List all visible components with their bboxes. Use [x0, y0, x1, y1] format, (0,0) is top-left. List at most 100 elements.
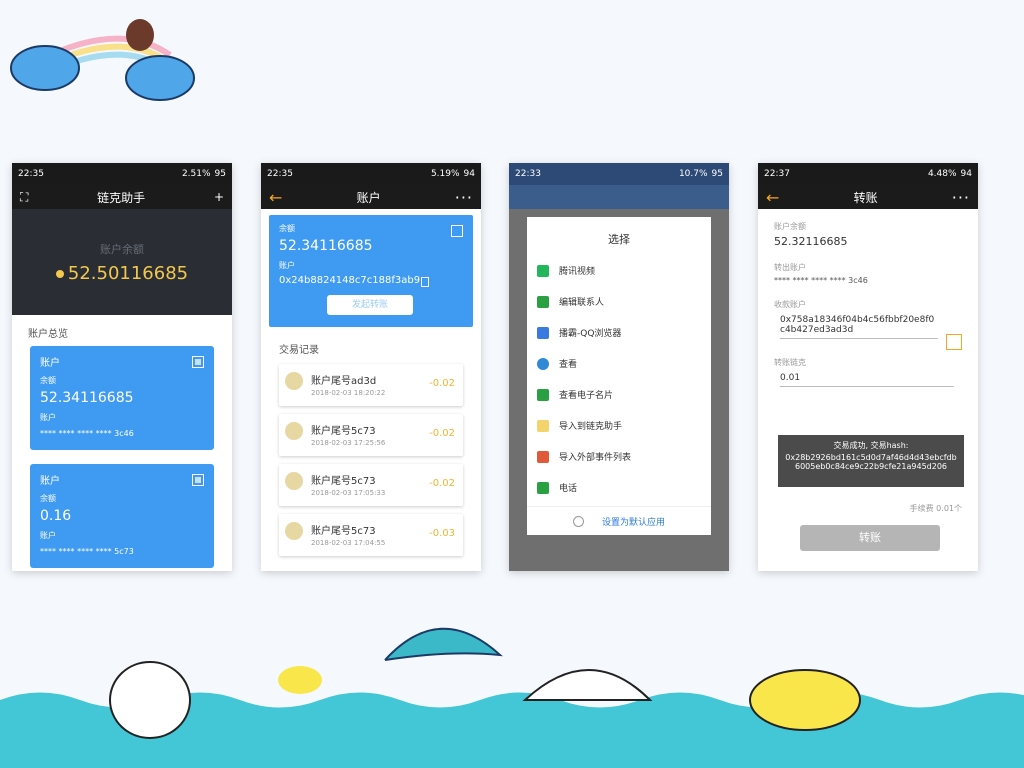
duck-float-illustration: [749, 669, 861, 731]
option-label: 电话: [559, 484, 578, 494]
app-bar: ← 转账 ···: [758, 185, 978, 209]
chooser-option[interactable]: 导入到链克助手: [527, 410, 711, 441]
app-bar: ⛶ 链克助手 +: [12, 185, 232, 209]
dialog-title: 选择: [608, 233, 630, 246]
back-arrow-icon[interactable]: ←: [766, 188, 779, 207]
chooser-option[interactable]: 编辑联系人: [527, 286, 711, 317]
amount-label: 转账链克: [774, 358, 806, 367]
card-masked: **** **** **** **** 3c46: [40, 429, 134, 438]
background-app-bar: [509, 185, 729, 209]
more-icon[interactable]: ···: [455, 188, 473, 207]
coin-icon: [55, 270, 64, 278]
chooser-option[interactable]: 电话: [527, 472, 711, 503]
balance-label: 余额: [279, 224, 295, 233]
from-label: 转出账户: [774, 263, 806, 272]
fee-text: 手续费 0.01个: [909, 504, 962, 513]
tx-time: 2018-02-03 18:20:22: [311, 389, 386, 397]
option-label: 查看电子名片: [559, 391, 614, 401]
card-sub: 余额: [40, 494, 56, 503]
phone-screen-transfer: 22:37 4.48% 94 ← 转账 ··· 账户余额 52.32116685 …: [758, 163, 978, 571]
more-icon[interactable]: ···: [952, 188, 970, 207]
avatar: [285, 422, 303, 440]
set-default-row[interactable]: 设置为默认应用: [527, 506, 711, 535]
status-time: 22:35: [267, 169, 293, 179]
phone-icon: [537, 481, 549, 494]
balance-hero: 账户余额 52.50116685: [12, 209, 232, 315]
page-title: 转账: [853, 190, 878, 205]
option-label: 腾讯视频: [559, 267, 596, 277]
chooser-option[interactable]: 查看: [527, 348, 711, 379]
card-balance: 0.16: [40, 508, 72, 524]
tx-name: 账户尾号5c73: [311, 476, 376, 487]
scan-icon[interactable]: [946, 334, 962, 350]
to-address-input[interactable]: 0x758a18346f04b4c56fbbf20e8f0c4b427ed3ad…: [780, 312, 938, 339]
status-time: 22:33: [515, 169, 541, 179]
status-battery: 95: [711, 169, 723, 179]
avatar: [285, 472, 303, 490]
app-bar: ← 账户 ···: [261, 185, 481, 209]
card-masked: **** **** **** **** 5c73: [40, 547, 134, 556]
tx-row[interactable]: 账户尾号5c73 2018-02-03 17:25:56 -0.02: [279, 414, 463, 456]
address-value: 0x24b8824148c7c188f3ab9: [279, 275, 421, 286]
tx-amount: -0.02: [429, 428, 455, 439]
tx-section-title: 交易记录: [279, 345, 319, 356]
add-icon[interactable]: +: [214, 190, 224, 204]
status-bar: 22:33 10.7% 95: [509, 163, 729, 185]
toast-title: 交易成功, 交易hash:: [833, 441, 909, 450]
copy-icon[interactable]: [421, 277, 429, 287]
tx-amount: -0.03: [429, 528, 455, 539]
bird-illustration: [278, 666, 322, 694]
balance-value: 52.32116685: [774, 235, 848, 248]
amount-input[interactable]: 0.01: [780, 370, 954, 387]
back-arrow-icon[interactable]: ←: [269, 188, 282, 207]
transfer-submit-button[interactable]: 转账: [800, 525, 940, 551]
phone-screen-chooser: 22:33 10.7% 95 选择 腾讯视频 编辑联系人 播霸-QQ浏览器 查看 …: [509, 163, 729, 571]
account-card[interactable]: 账户 余额 52.34116685 账户 **** **** **** ****…: [30, 346, 214, 450]
card-balance: 52.34116685: [40, 390, 134, 406]
status-battery: 94: [463, 169, 475, 179]
app-title: 链克助手: [97, 190, 146, 205]
tx-amount: -0.02: [429, 478, 455, 489]
tx-name: 账户尾号5c73: [311, 526, 376, 537]
status-bar: 22:35 5.19% 94: [261, 163, 481, 185]
status-battery: 94: [960, 169, 972, 179]
phone-screen-home: 22:35 2.51% 95 ⛶ 链克助手 + 账户余额 52.50116685 …: [12, 163, 232, 571]
rainbow-cloud-decoration: [10, 19, 195, 101]
qr-icon[interactable]: [192, 356, 204, 368]
chooser-option[interactable]: 查看电子名片: [527, 379, 711, 410]
qr-icon[interactable]: [451, 225, 463, 237]
success-toast: 交易成功, 交易hash: 0x28b2926bd161c5d0d7af46d4…: [778, 435, 964, 487]
transfer-button[interactable]: 发起转账: [327, 295, 413, 315]
tx-row[interactable]: 账户尾号ad3d 2018-02-03 18:20:22 -0.02: [279, 364, 463, 406]
status-speed: 5.19%: [430, 169, 460, 179]
address-label: 账户: [279, 261, 295, 270]
from-value: **** **** **** **** 3c46: [774, 276, 868, 285]
status-speed: 2.51%: [181, 169, 211, 179]
tx-row[interactable]: 账户尾号5c73 2018-02-03 17:05:33 -0.02: [279, 464, 463, 506]
chooser-option[interactable]: 导入外部事件列表: [527, 441, 711, 472]
tx-row[interactable]: 账户尾号5c73 2018-02-03 17:04:55 -0.03: [279, 514, 463, 556]
app-chooser-dialog: 选择 腾讯视频 编辑联系人 播霸-QQ浏览器 查看 查看电子名片 导入到链克助手…: [527, 217, 711, 535]
view-icon: [537, 357, 549, 370]
tencent-video-icon: [537, 264, 549, 277]
option-label: 导入外部事件列表: [559, 453, 632, 463]
qr-icon[interactable]: [192, 474, 204, 486]
chooser-option[interactable]: 播霸-QQ浏览器: [527, 317, 711, 348]
card-title: 账户: [40, 476, 60, 487]
status-bar: 22:37 4.48% 94: [758, 163, 978, 185]
contacts-icon: [537, 295, 549, 308]
phone-screen-account: 22:35 5.19% 94 ← 账户 ··· 余额 52.34116685 账户…: [261, 163, 481, 571]
dolphin-illustration: [384, 627, 503, 661]
account-card[interactable]: 账户 余额 0.16 账户 **** **** **** **** 5c73: [30, 464, 214, 568]
hero-label: 账户余额: [100, 243, 144, 256]
tx-name: 账户尾号5c73: [311, 426, 376, 437]
scan-icon[interactable]: ⛶: [20, 190, 28, 205]
status-time: 22:35: [18, 169, 44, 179]
to-label: 收款账户: [774, 300, 806, 309]
tx-time: 2018-02-03 17:05:33: [311, 489, 386, 497]
option-label: 导入到链克助手: [559, 422, 623, 432]
chooser-option[interactable]: 腾讯视频: [527, 255, 711, 286]
avatar: [285, 372, 303, 390]
tx-time: 2018-02-03 17:25:56: [311, 439, 386, 447]
radio-icon[interactable]: [572, 515, 584, 527]
